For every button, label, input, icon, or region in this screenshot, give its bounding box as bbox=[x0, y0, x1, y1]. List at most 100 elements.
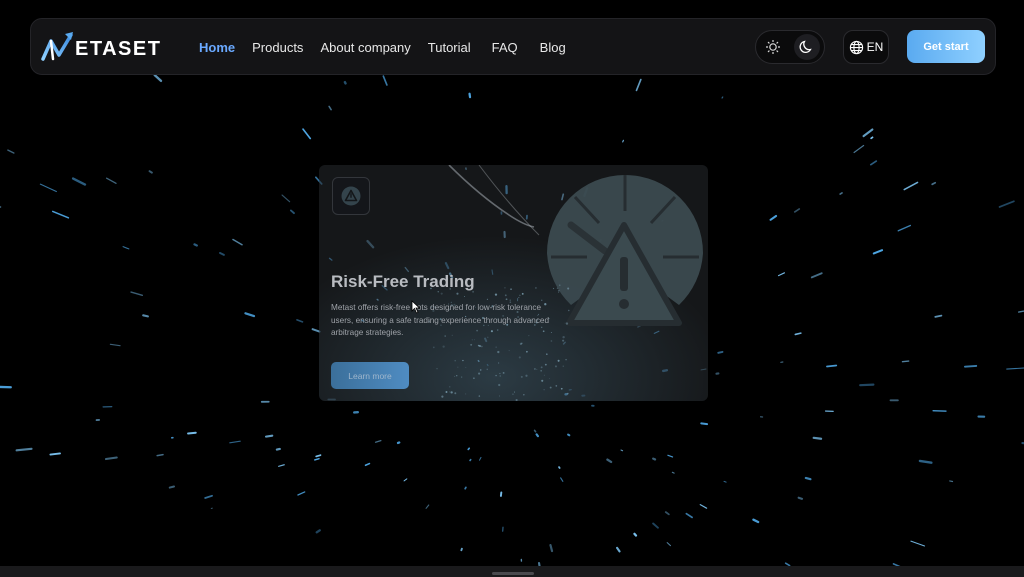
particle-dot bbox=[486, 298, 489, 300]
star-streak bbox=[467, 447, 471, 451]
particle-dot bbox=[567, 392, 569, 395]
nav-link-tutorial[interactable]: Tutorial bbox=[428, 40, 471, 55]
star-streak bbox=[204, 494, 213, 499]
star-streak bbox=[671, 471, 675, 474]
particle-dot bbox=[499, 372, 501, 375]
particle-dot bbox=[461, 376, 463, 378]
particle-dot bbox=[549, 386, 552, 389]
particle-dot bbox=[557, 289, 560, 292]
learn-more-button[interactable]: Learn more bbox=[331, 362, 409, 389]
language-selector[interactable]: EN bbox=[843, 30, 889, 64]
star-streak bbox=[7, 149, 15, 154]
sun-icon[interactable] bbox=[760, 34, 786, 60]
star-streak bbox=[281, 194, 291, 203]
star-streak bbox=[297, 491, 306, 496]
star-streak bbox=[142, 314, 149, 318]
star-streak bbox=[219, 252, 225, 256]
star-streak bbox=[752, 518, 760, 524]
star-streak bbox=[910, 540, 926, 547]
particle-dot bbox=[497, 350, 500, 354]
star-streak bbox=[964, 364, 978, 368]
star-streak bbox=[606, 458, 613, 464]
star-streak bbox=[560, 477, 564, 482]
star-streak bbox=[769, 214, 778, 221]
star-streak bbox=[797, 496, 804, 500]
particle-dot bbox=[541, 299, 543, 301]
star-streak bbox=[153, 73, 163, 83]
particle-dot bbox=[441, 395, 444, 398]
star-streak bbox=[425, 504, 430, 509]
particle-dot bbox=[544, 363, 547, 366]
nav-link-home[interactable]: Home bbox=[199, 40, 235, 55]
nav-link-blog[interactable]: Blog bbox=[540, 40, 566, 55]
star-streak bbox=[918, 459, 933, 464]
star-streak bbox=[667, 454, 674, 458]
star-streak bbox=[998, 200, 1015, 208]
star-streak bbox=[403, 478, 408, 482]
star-streak bbox=[168, 485, 176, 489]
particle-dot bbox=[470, 343, 473, 346]
particle-dot bbox=[518, 356, 521, 359]
card-title: Risk-Free Trading bbox=[331, 272, 475, 291]
particle-dot bbox=[562, 365, 564, 367]
moon-icon[interactable] bbox=[794, 34, 820, 60]
card-description: Metast offers risk-free bots designed fo… bbox=[331, 303, 550, 337]
star-streak bbox=[567, 433, 571, 437]
particle-dot bbox=[505, 298, 508, 301]
star-streak bbox=[343, 80, 347, 85]
star-streak bbox=[859, 383, 875, 387]
get-start-button[interactable]: Get start bbox=[907, 30, 985, 63]
star-streak bbox=[793, 208, 801, 213]
star-streak bbox=[535, 433, 539, 438]
star-streak bbox=[804, 476, 812, 481]
star-streak bbox=[901, 360, 910, 363]
particle-dot bbox=[498, 362, 500, 364]
star-streak bbox=[777, 272, 786, 277]
nav-link-faq[interactable]: FAQ bbox=[492, 40, 518, 55]
nav-link-products[interactable]: Products bbox=[252, 40, 303, 55]
star-streak bbox=[934, 314, 943, 318]
particle-dot bbox=[454, 360, 456, 362]
star-streak bbox=[130, 291, 144, 296]
particle-dot bbox=[520, 375, 523, 378]
particle-dot bbox=[456, 375, 458, 377]
particle-dot bbox=[436, 368, 438, 370]
nav-link-about-company[interactable]: About company bbox=[320, 40, 410, 55]
particle-dot bbox=[518, 296, 520, 298]
star-streak bbox=[620, 449, 624, 452]
particle-dot bbox=[465, 393, 467, 395]
star-streak bbox=[700, 422, 709, 426]
particle-dot bbox=[543, 374, 545, 376]
particle-dot bbox=[535, 287, 537, 289]
particle-dot bbox=[504, 287, 506, 289]
theme-toggle[interactable] bbox=[755, 30, 825, 64]
star-streak bbox=[275, 447, 281, 451]
particle-dot bbox=[540, 370, 542, 372]
star-streak bbox=[148, 170, 153, 174]
particle-dot bbox=[449, 386, 451, 388]
particle-dot bbox=[445, 391, 448, 393]
star-streak bbox=[1006, 367, 1024, 370]
particle-dot bbox=[550, 340, 553, 342]
particle-dot bbox=[558, 291, 560, 293]
particle-dot bbox=[479, 369, 482, 371]
resize-handle[interactable] bbox=[492, 572, 534, 575]
star-streak bbox=[652, 522, 659, 529]
particle-dot bbox=[543, 389, 545, 391]
star-streak bbox=[897, 224, 912, 232]
star-streak bbox=[104, 456, 118, 461]
star-streak bbox=[903, 181, 919, 191]
star-streak bbox=[315, 529, 321, 534]
particle-dot bbox=[557, 359, 560, 362]
particle-dot bbox=[502, 371, 505, 374]
particle-dot bbox=[478, 395, 481, 397]
particle-dot bbox=[513, 391, 516, 393]
particle-dot bbox=[456, 292, 459, 295]
particle-dot bbox=[457, 366, 459, 368]
star-streak bbox=[1017, 310, 1024, 313]
logo-text: ETASET bbox=[75, 37, 162, 60]
star-streak bbox=[870, 136, 874, 140]
star-streak bbox=[396, 441, 401, 445]
brand-logo[interactable]: ETASET bbox=[41, 29, 171, 63]
particle-dot bbox=[509, 299, 511, 301]
